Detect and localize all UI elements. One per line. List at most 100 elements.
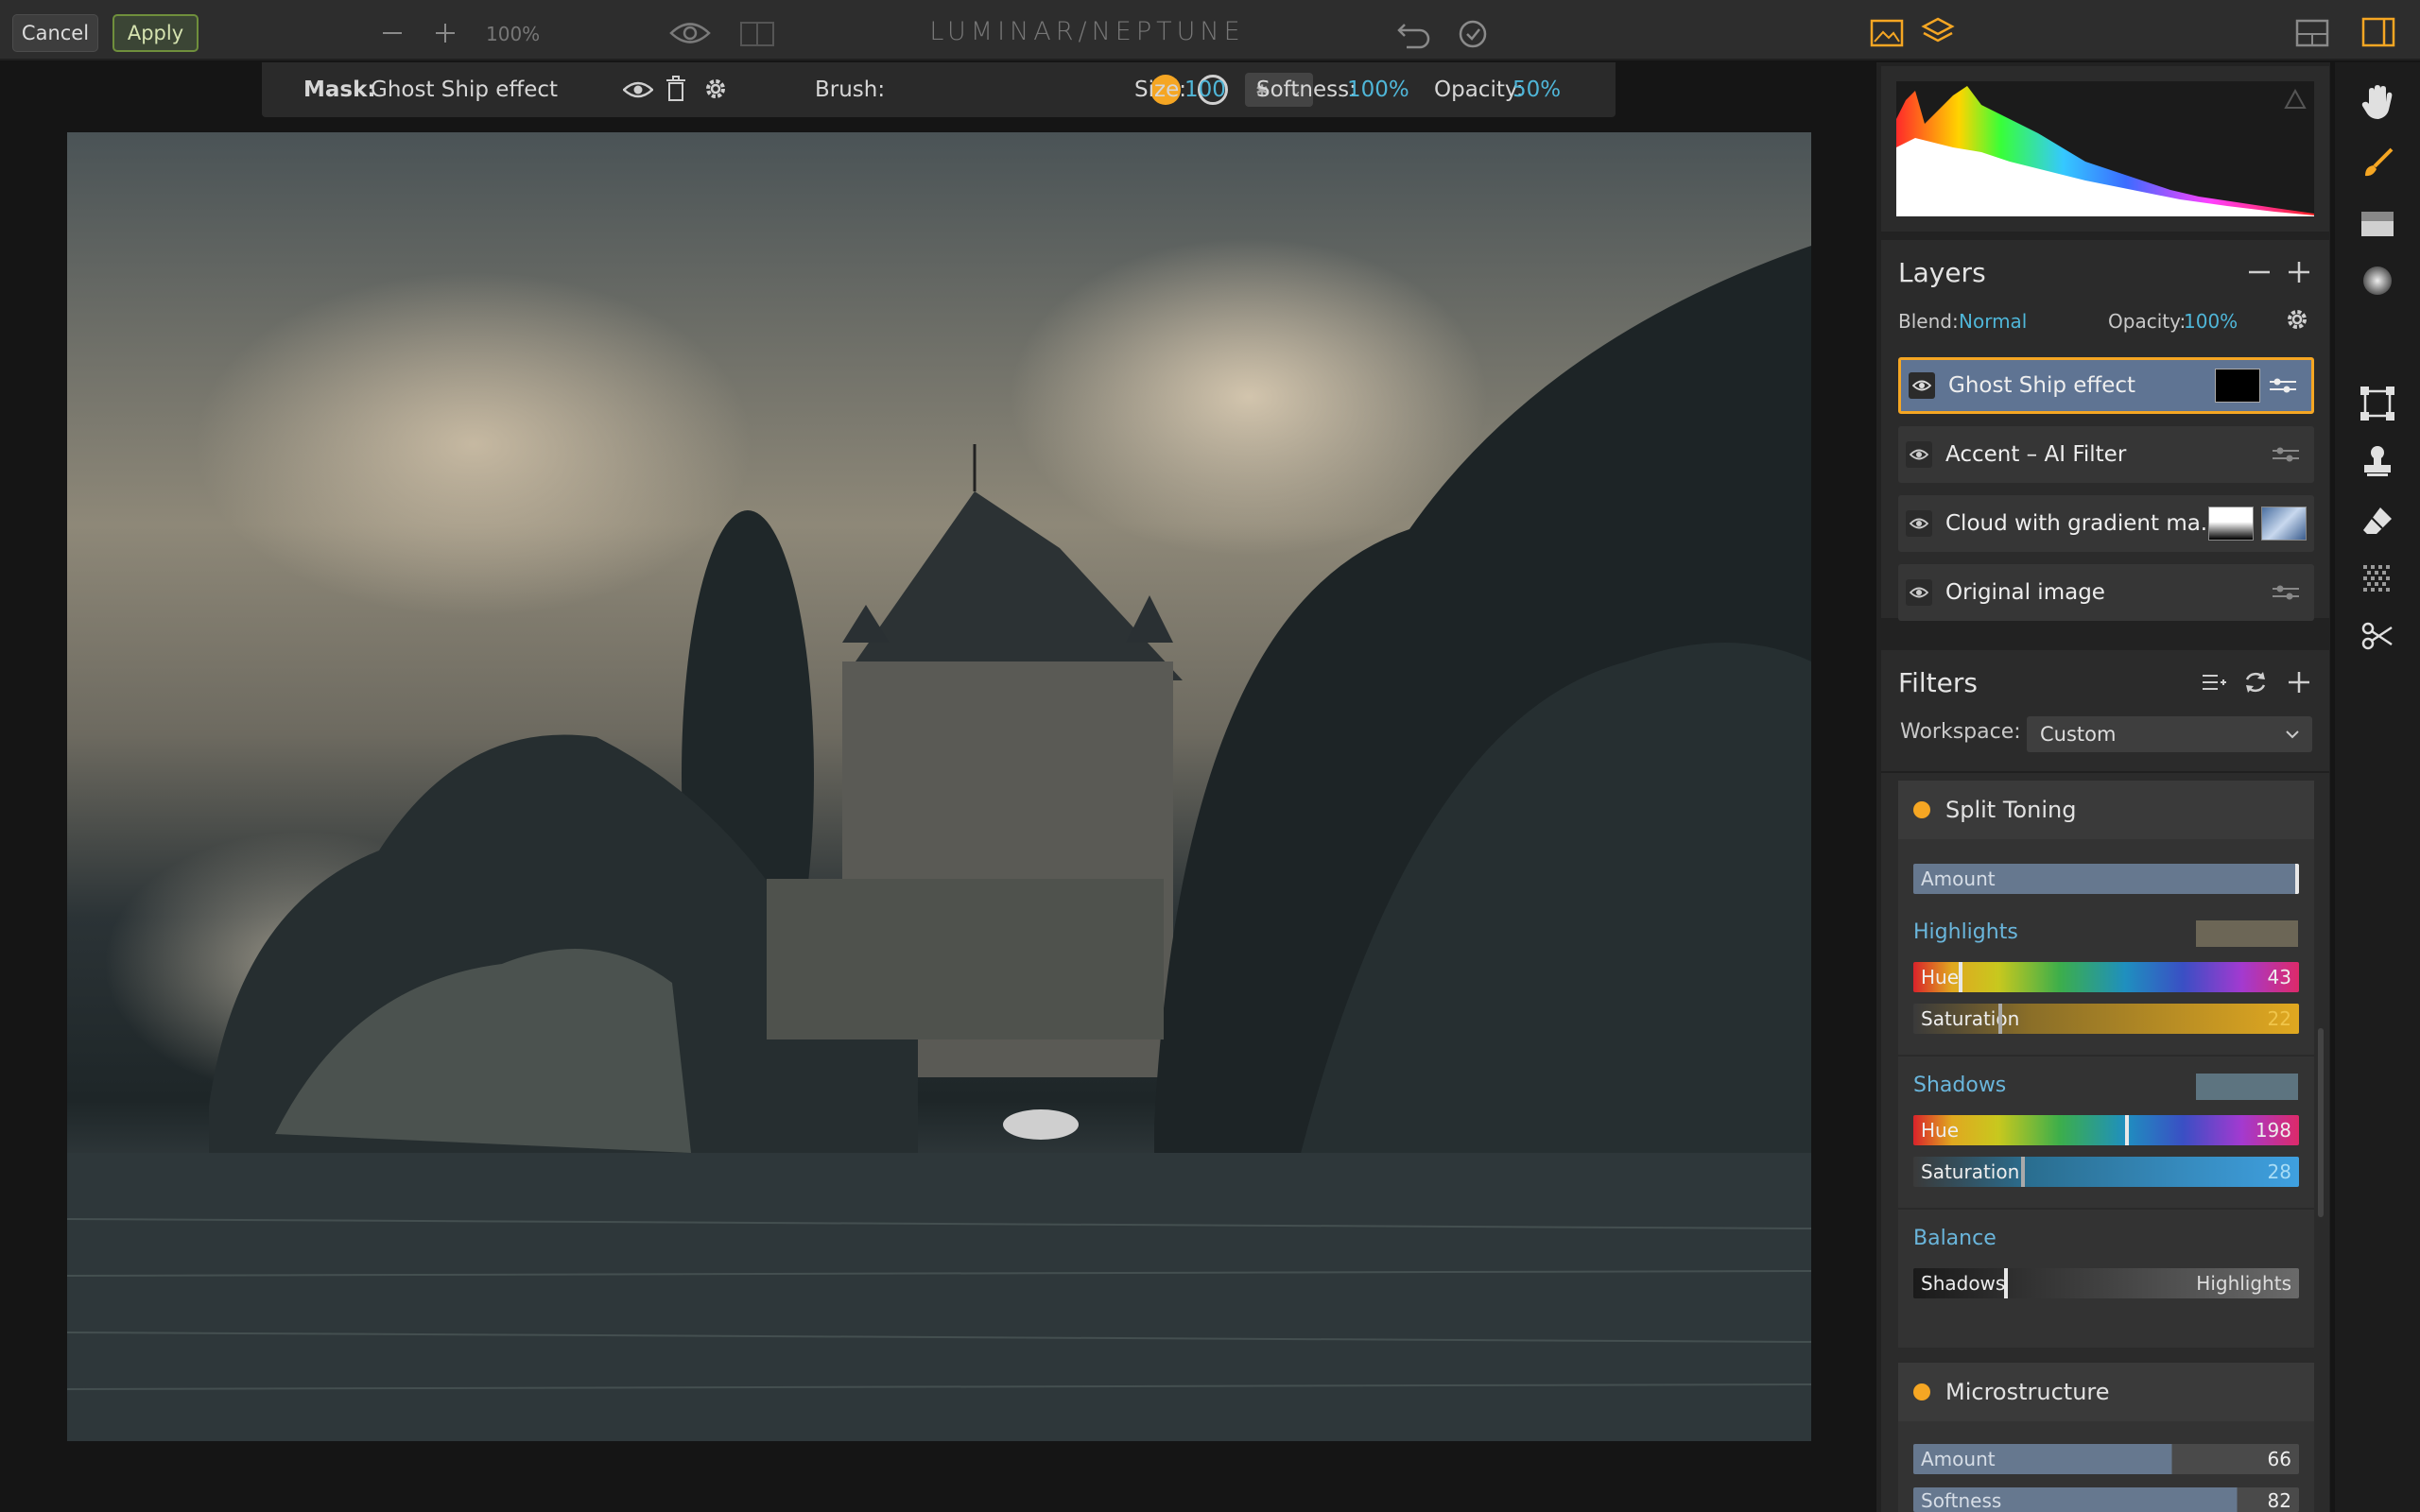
layer-visibility-eye-icon[interactable] [1906,510,1932,537]
sidebar-toggle-icon[interactable] [2361,17,2395,47]
split-toning-card: Split Toning Amount Highlights Hue 43 Sa… [1898,781,2314,1348]
blend-mode-value[interactable]: Normal [1959,310,2027,333]
layer-settings-gear-icon[interactable] [2284,306,2310,333]
split-toning-header[interactable]: Split Toning [1898,781,2314,839]
layer-name: Accent – AI Filter [1945,442,2127,467]
layer-adjust-sliders-icon[interactable] [2271,582,2301,603]
add-layer-icon[interactable] [2286,259,2312,285]
microstructure-softness-slider[interactable]: Softness 82 [1913,1487,2299,1512]
mask-visibility-icon[interactable] [623,78,653,101]
blend-label: Blend: [1898,310,1959,333]
shadows-saturation-slider[interactable]: Saturation 28 [1913,1157,2299,1187]
filter-list-icon[interactable] [2201,671,2227,694]
filter-enabled-dot[interactable] [1913,1383,1930,1400]
layer-row-accent-ai[interactable]: Accent – AI Filter [1898,426,2314,483]
trash-icon[interactable] [665,76,687,102]
layer-adjust-sliders-icon[interactable] [2268,375,2298,396]
layer-row-original[interactable]: Original image [1898,564,2314,621]
shadows-hue-slider[interactable]: Hue 198 [1913,1115,2299,1145]
slider-knob[interactable] [2295,864,2299,894]
slider-knob[interactable] [1959,962,1962,992]
photo-canvas[interactable] [67,132,1811,1441]
clipping-warning-icon[interactable] [2284,89,2307,110]
remove-layer-icon[interactable] [2246,259,2273,285]
micro-softness-value[interactable]: 82 [2268,1489,2291,1512]
brush-icon[interactable] [2361,146,2395,180]
layer-visibility-eye-icon[interactable] [1906,441,1932,468]
highlights-sat-value[interactable]: 22 [2268,1007,2291,1030]
workspace-value: Custom [2040,723,2117,746]
balance-label: Balance [1913,1227,1996,1250]
mask-toolbar: Mask: Ghost Ship effect Brush: ✱ ⌄ Size:… [262,62,1616,117]
divider [1898,1055,2314,1057]
layer-row-cloud-gradient[interactable]: Cloud with gradient ma... [1898,495,2314,552]
layer-visibility-eye-icon[interactable] [1909,372,1935,399]
histogram [1896,81,2314,216]
amount-slider[interactable]: Amount [1913,864,2299,894]
layers-icon[interactable] [1921,15,1955,49]
highlights-hue-slider[interactable]: Hue 43 [1913,962,2299,992]
photo-scene [67,246,1811,1441]
highlights-saturation-slider[interactable]: Saturation 22 [1913,1004,2299,1034]
layers-title: Layers [1898,257,1986,288]
balance-right-label: Highlights [2196,1272,2291,1295]
history-check-icon[interactable] [1458,19,1488,49]
layer-mask-thumbnail[interactable] [2215,369,2260,403]
layer-mask-thumbnail[interactable] [2208,507,2254,541]
balance-slider[interactable]: Shadows Highlights [1913,1268,2299,1298]
opacity-label: Opacity: [1434,77,1524,102]
layer-opacity-label: Opacity: [2108,310,2187,333]
refresh-icon[interactable] [2242,669,2269,696]
divider [1898,1208,2314,1210]
balance-left-label: Shadows [1921,1272,2006,1295]
size-label: Size: [1134,77,1186,102]
gradient-mask-icon[interactable] [2360,210,2395,238]
shadows-sat-label: Saturation [1921,1160,2020,1183]
slider-knob[interactable] [2021,1157,2025,1187]
shadows-sat-value[interactable]: 28 [2268,1160,2291,1183]
clone-stamp-icon[interactable] [2361,444,2394,478]
layer-visibility-eye-icon[interactable] [1906,579,1932,606]
workspace-select[interactable]: Custom [2027,716,2312,752]
size-value[interactable]: 100 [1184,77,1226,102]
layer-image-thumbnail[interactable] [2261,507,2307,541]
filters-scrollbar[interactable] [2318,1028,2324,1217]
micro-amount-value[interactable]: 66 [2268,1448,2291,1470]
transform-icon[interactable] [2360,386,2395,421]
layout-icon[interactable] [2295,19,2329,47]
slider-knob[interactable] [1998,1004,2002,1034]
histogram-panel [1881,66,2329,232]
layer-opacity-value[interactable]: 100% [2184,310,2238,333]
slider-knob[interactable] [2004,1268,2008,1298]
microstructure-card: Microstructure Amount 66 Softness 82 [1898,1363,2314,1512]
shadows-color-swatch[interactable] [2196,1074,2298,1100]
micro-amount-label: Amount [1921,1448,1996,1470]
microstructure-amount-slider[interactable]: Amount 66 [1913,1444,2299,1474]
highlights-label: Highlights [1913,920,2018,944]
slider-knob[interactable] [2125,1115,2129,1145]
hand-icon[interactable] [2360,83,2395,121]
undo-icon[interactable] [1395,17,1433,49]
layer-row-ghost-ship[interactable]: Ghost Ship effect [1898,357,2314,414]
split-toning-title: Split Toning [1945,797,2077,823]
scissors-icon[interactable] [2361,620,2394,652]
radial-mask-icon[interactable] [2361,265,2394,297]
mask-settings-gear-icon[interactable] [702,76,729,102]
add-filter-icon[interactable] [2286,669,2312,696]
layer-name: Ghost Ship effect [1948,373,2136,398]
eraser-icon[interactable] [2361,505,2394,537]
mask-label: Mask: [303,77,376,102]
softness-value[interactable]: 100% [1347,77,1409,102]
highlights-hue-value[interactable]: 43 [2268,966,2291,988]
image-view-icon[interactable] [1870,19,1904,47]
highlights-color-swatch[interactable] [2196,920,2298,947]
filter-enabled-dot[interactable] [1913,801,1930,818]
microstructure-title: Microstructure [1945,1379,2110,1405]
microstructure-header[interactable]: Microstructure [1898,1363,2314,1421]
layer-adjust-sliders-icon[interactable] [2271,444,2301,465]
layers-panel: Layers Blend: Normal Opacity: 100% Ghost… [1881,240,2329,621]
workspace-label: Workspace: [1900,720,2021,744]
shadows-hue-value[interactable]: 198 [2256,1119,2291,1142]
opacity-value[interactable]: 50% [1512,77,1561,102]
noise-icon[interactable] [2361,563,2394,595]
